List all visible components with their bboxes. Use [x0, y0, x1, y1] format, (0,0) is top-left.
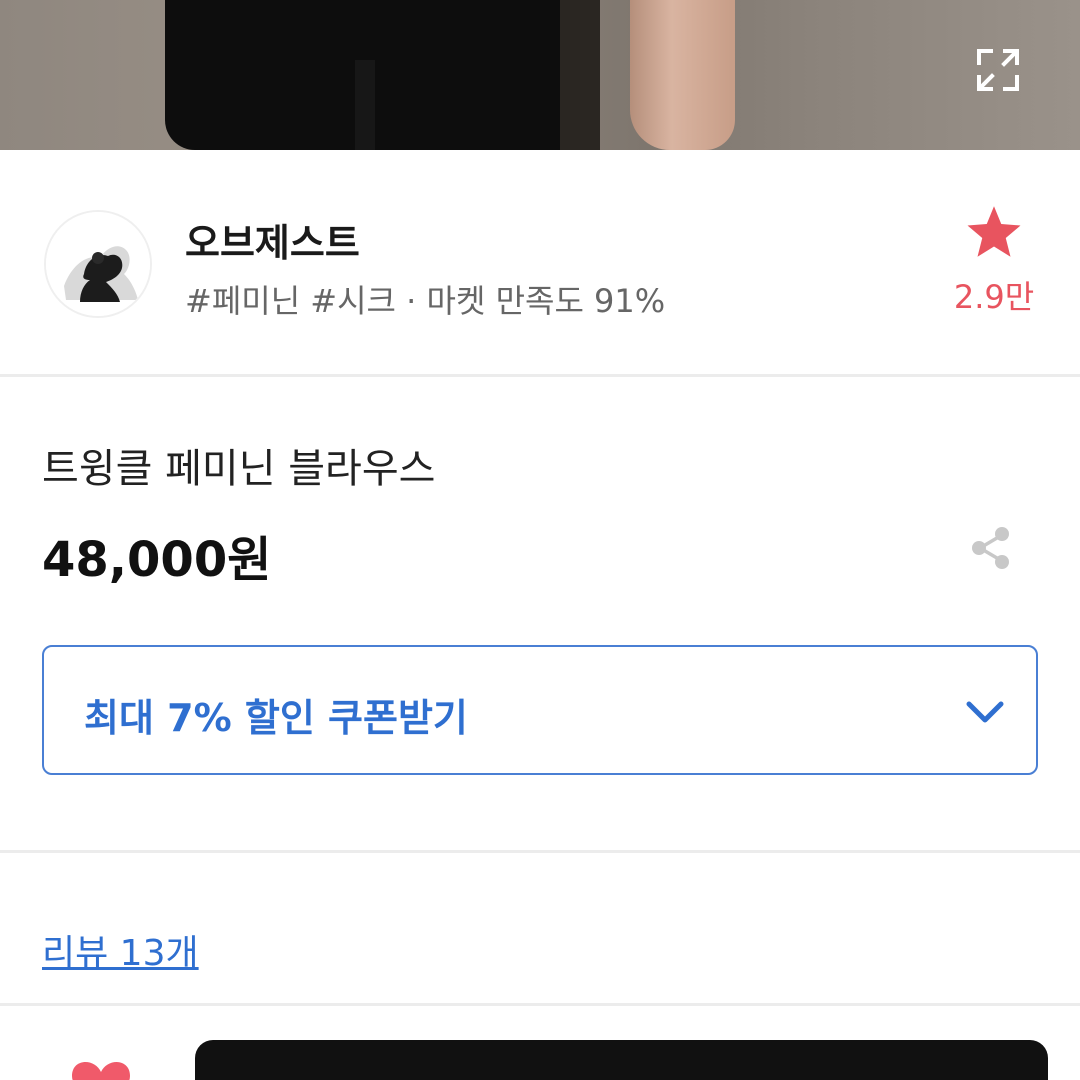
favorite-store-button[interactable]: 2.9만	[944, 204, 1044, 324]
chevron-down-icon	[966, 701, 1004, 723]
product-title: 트윙클 페미닌 블라우스	[42, 446, 436, 492]
heart-icon	[72, 1062, 130, 1080]
favorite-count: 2.9만	[953, 278, 1035, 316]
like-button[interactable]	[68, 1054, 134, 1080]
product-photo-arm	[630, 0, 735, 150]
expand-icon	[977, 49, 1019, 91]
seller-logo	[46, 212, 150, 316]
purchase-button[interactable]	[195, 1040, 1048, 1080]
seller-tags: #페미닌 #시크 · 마켓 만족도 91%	[185, 282, 666, 320]
product-price: 48,000원	[42, 532, 272, 588]
product-photo-detail	[355, 60, 375, 150]
share-button[interactable]	[966, 522, 1018, 574]
product-photo-pants	[165, 0, 600, 150]
section-divider	[0, 850, 1080, 853]
coupon-label: 최대 7% 할인 쿠폰받기	[84, 696, 468, 740]
product-image[interactable]	[0, 0, 1080, 150]
star-icon	[967, 206, 1021, 257]
section-divider	[0, 374, 1080, 377]
seller-avatar[interactable]	[44, 210, 152, 318]
seller-name[interactable]: 오브제스트	[185, 212, 360, 267]
share-icon	[972, 527, 1009, 569]
fullscreen-button[interactable]	[972, 44, 1024, 96]
reviews-link[interactable]: 리뷰 13개	[42, 924, 199, 976]
product-photo-shadow	[560, 0, 600, 150]
coupon-dropdown[interactable]: 최대 7% 할인 쿠폰받기	[42, 645, 1038, 775]
